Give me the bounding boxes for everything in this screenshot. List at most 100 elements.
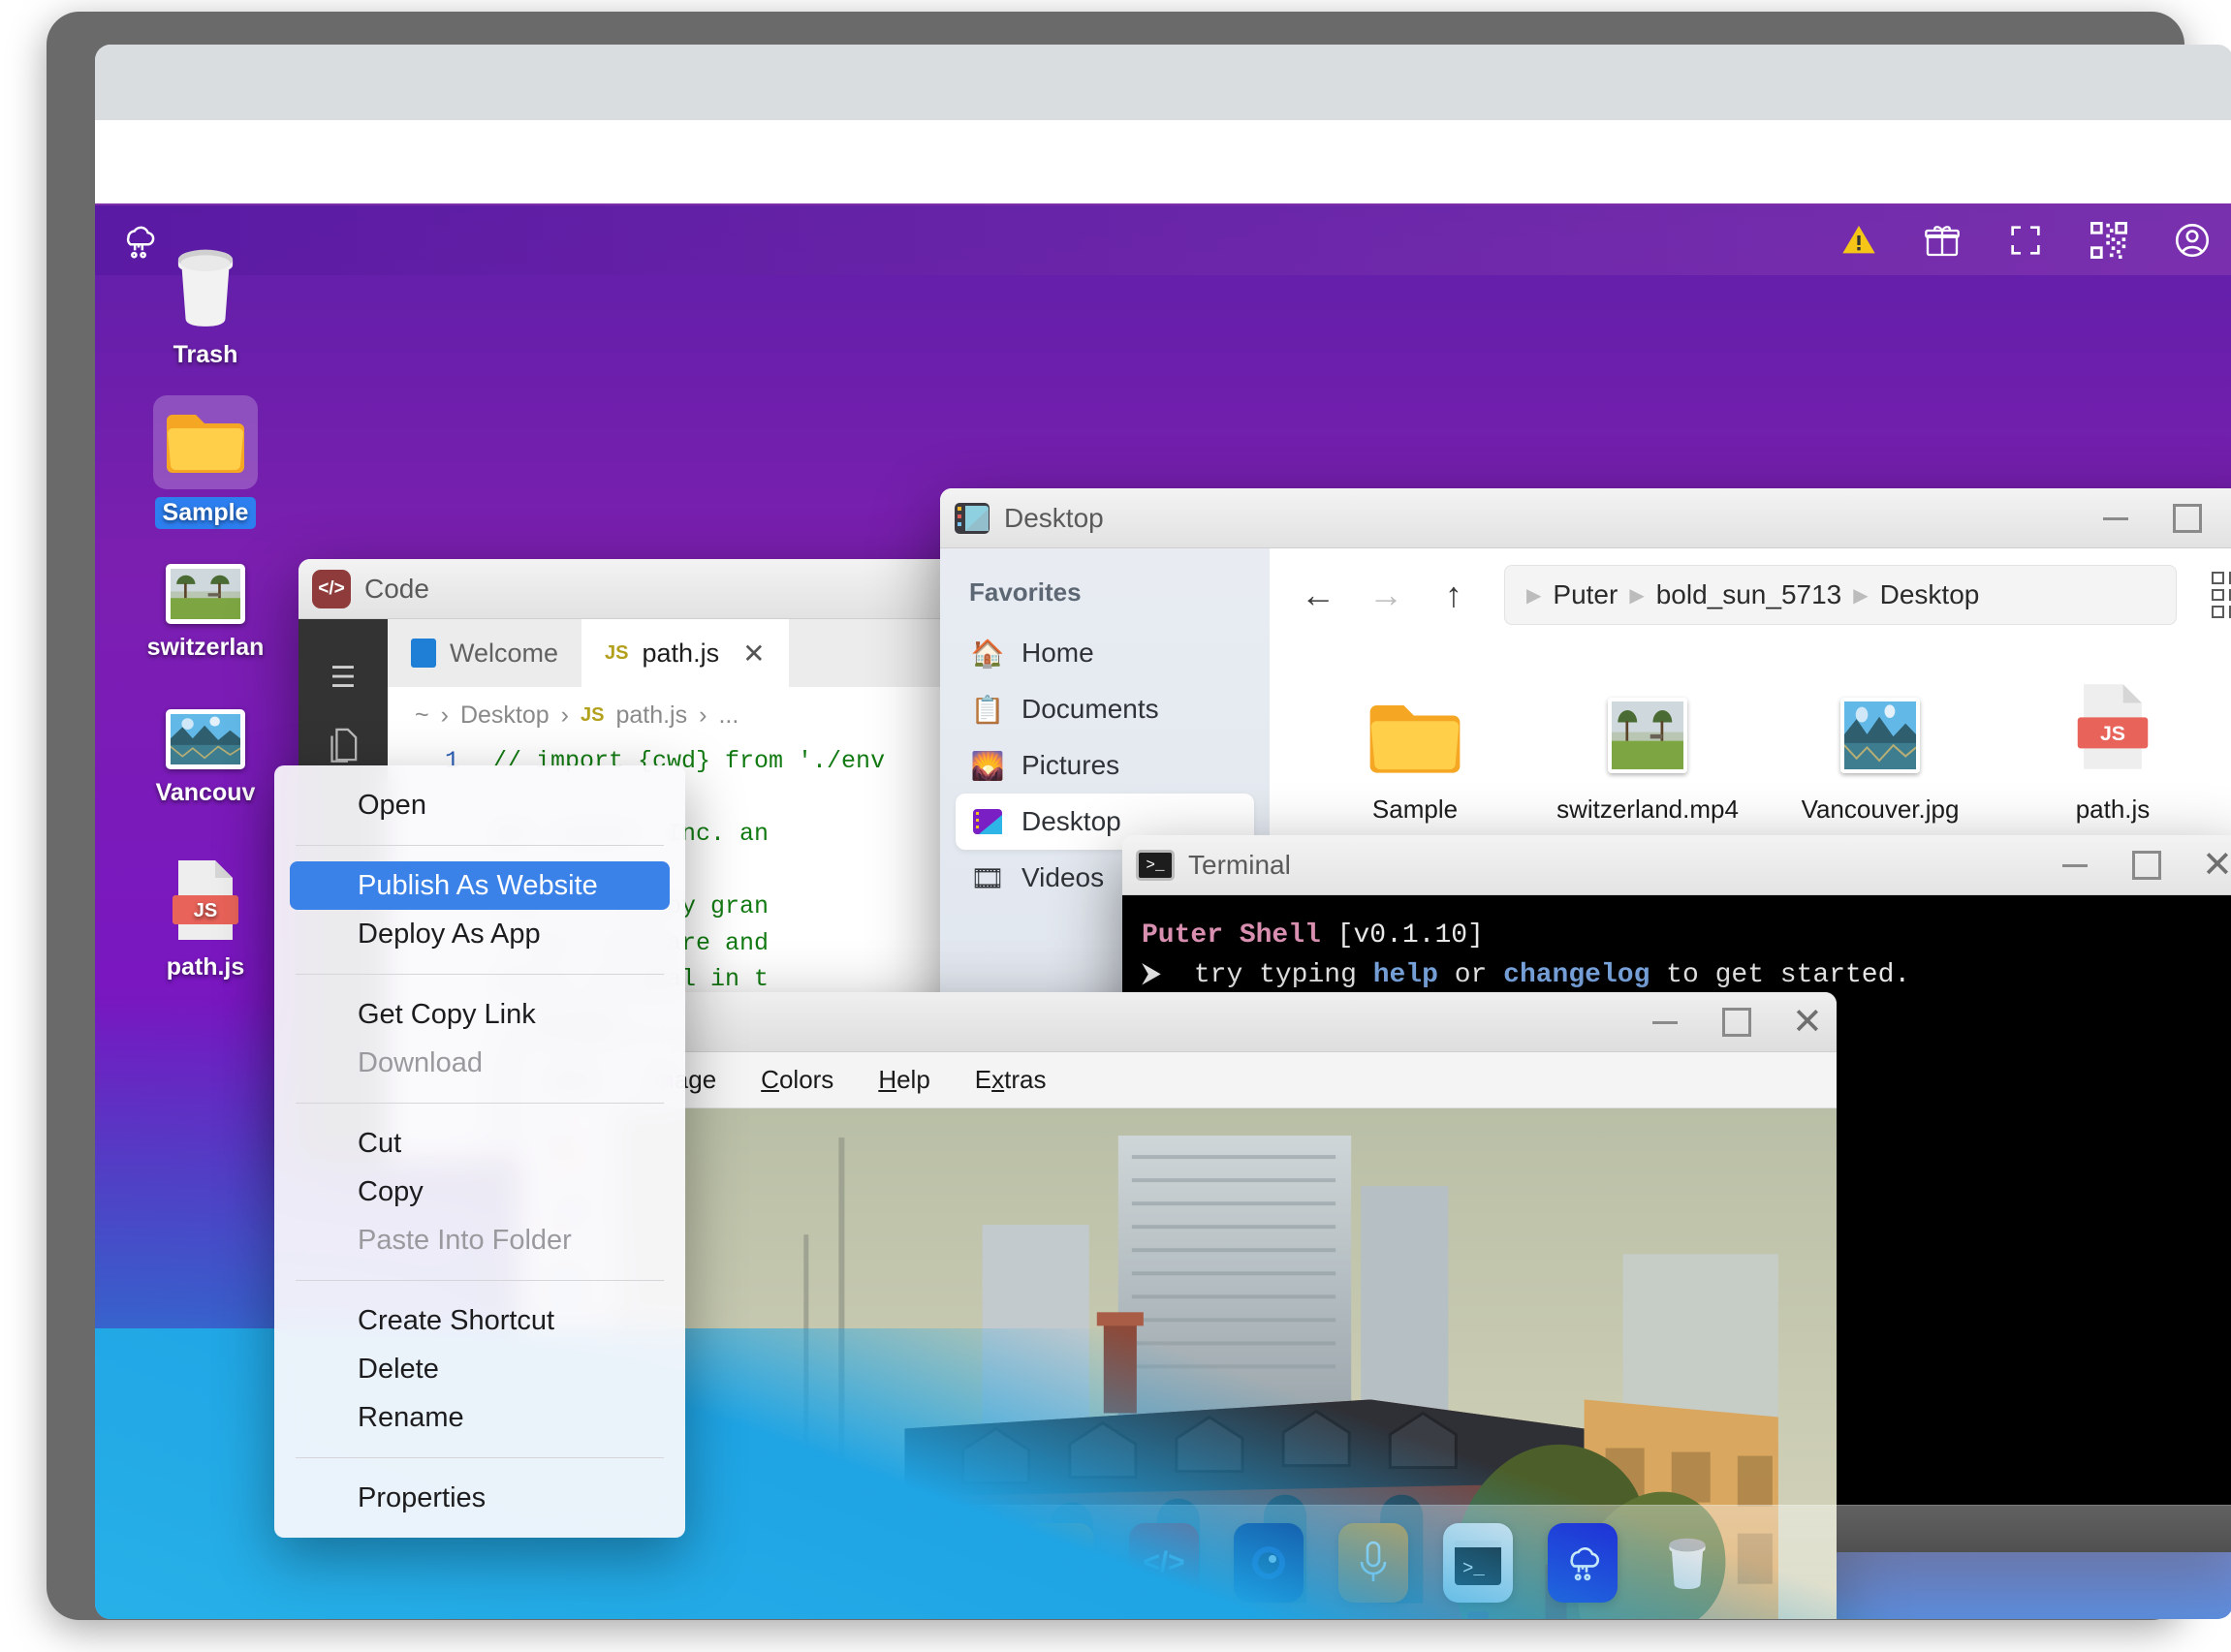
tab-pathjs[interactable]: JS path.js ✕ xyxy=(581,619,789,687)
browser-titlebar xyxy=(95,45,2231,120)
up-arrow-icon[interactable]: ↑ xyxy=(1427,568,1481,622)
file-item-switzerland[interactable]: switzerland.mp4 xyxy=(1531,667,1764,825)
explorer-window-title: Desktop xyxy=(1004,502,1104,533)
menu-item-create-shortcut[interactable]: Create Shortcut xyxy=(290,1296,670,1345)
file-item-vancouver[interactable]: Vancouver.jpg xyxy=(1764,667,1996,825)
hint-text-mid: or xyxy=(1437,959,1504,990)
puter-topbar xyxy=(95,205,2231,275)
sidebar-item-label: Videos xyxy=(1021,862,1105,892)
explorer-breadcrumb[interactable]: ▶ Puter ▶ bold_sun_5713 ▶ Desktop xyxy=(1504,565,2177,625)
menu-item-deploy-as-app[interactable]: Deploy As App xyxy=(290,910,670,958)
minimize-icon[interactable] xyxy=(2062,864,2088,867)
code-window-titlebar[interactable]: </> Code xyxy=(299,559,1016,619)
terminal-window-controls[interactable]: ✕ xyxy=(2062,835,2231,895)
menu-item-open[interactable]: Open xyxy=(290,781,670,829)
menu-item-properties[interactable]: Properties xyxy=(290,1474,670,1522)
maximize-icon[interactable] xyxy=(2132,851,2157,880)
minimize-icon[interactable] xyxy=(2103,517,2128,520)
shell-banner-name: Puter Shell xyxy=(1142,920,1321,951)
maximize-icon[interactable] xyxy=(1722,1008,1747,1037)
dock-puter-ai-app[interactable] xyxy=(1548,1522,1618,1603)
hint-text-post: to get started. xyxy=(1650,959,1911,990)
gift-icon[interactable] xyxy=(1919,217,1965,264)
dock-recorder-app[interactable] xyxy=(1338,1522,1408,1603)
tab-welcome[interactable]: Welcome xyxy=(388,619,581,687)
dock-app-glyph: A xyxy=(833,1537,866,1587)
browser-address-bar: ← → ⟳ https://puter.com xyxy=(95,120,2231,269)
js-file-icon: JS xyxy=(1996,667,2229,773)
explorer-window-controls[interactable]: ✕ xyxy=(2103,488,2231,548)
chevron-right-icon: ▶ xyxy=(1853,584,1869,607)
file-item-pathjs[interactable]: JS path.js xyxy=(1996,667,2229,825)
menu-item-copy[interactable]: Copy xyxy=(290,1168,670,1216)
hamburger-menu-icon[interactable]: ☰ xyxy=(299,642,388,712)
desktop-icon-switzerland[interactable]: switzerlan xyxy=(132,564,279,664)
desktop-icon-sample[interactable]: Sample xyxy=(132,395,279,529)
menu-item-publish-as-website[interactable]: Publish As Website xyxy=(290,861,670,910)
dock-code-app[interactable]: </> xyxy=(1129,1522,1199,1603)
back-arrow-icon[interactable]: ← xyxy=(1291,568,1345,622)
paint-window-controls[interactable]: ✕ xyxy=(1652,992,1823,1052)
explorer-titlebar[interactable]: Desktop ✕ xyxy=(940,488,2231,548)
js-icon: JS xyxy=(605,641,629,664)
breadcrumb-item-puter[interactable]: Puter xyxy=(1553,579,1618,610)
menu-item-download: Download xyxy=(358,1046,483,1078)
dock-paint-app[interactable] xyxy=(1024,1522,1094,1603)
menu-item-delete[interactable]: Delete xyxy=(290,1345,670,1393)
desktop-icon-trash[interactable]: Trash xyxy=(132,242,279,371)
forward-arrow-icon[interactable]: → xyxy=(1359,568,1413,622)
menu-help[interactable]: Help xyxy=(878,1065,929,1095)
breadcrumb-item[interactable]: path.js xyxy=(615,701,687,730)
welcome-page-icon xyxy=(411,639,436,668)
sidebar-item-label: Home xyxy=(1021,638,1094,668)
code-tab-bar[interactable]: Welcome JS path.js ✕ xyxy=(388,619,1016,687)
image-viewer-window[interactable]: ver.jpg ✕ View Image Colors Help Extras … xyxy=(518,992,1837,1619)
breadcrumb-item[interactable]: Desktop xyxy=(460,701,550,730)
fullscreen-icon[interactable] xyxy=(2002,217,2049,264)
maximize-icon[interactable] xyxy=(2173,504,2198,533)
warning-icon[interactable] xyxy=(1836,217,1882,264)
dock-terminal-app[interactable]: >_ xyxy=(1443,1522,1513,1603)
dock-editor-app[interactable]: A xyxy=(815,1522,885,1603)
terminal-prompt-icon: >_ xyxy=(1136,849,1175,881)
sidebar-item-documents[interactable]: 📋 Documents xyxy=(956,681,1254,737)
minimize-icon[interactable] xyxy=(1652,1021,1678,1024)
paint-titlebar[interactable]: ver.jpg ✕ xyxy=(518,992,1837,1052)
dock-blocks-app[interactable] xyxy=(920,1523,990,1603)
chevron-right-icon: ▶ xyxy=(1526,584,1542,607)
paint-menubar[interactable]: View Image Colors Help Extras xyxy=(518,1052,1837,1108)
account-icon[interactable] xyxy=(2169,217,2215,264)
sidebar-item-home[interactable]: 🏠 Home xyxy=(956,625,1254,681)
breadcrumb-item[interactable]: ~ xyxy=(415,701,429,730)
file-name: switzerland.mp4 xyxy=(1556,795,1739,824)
breadcrumb-item[interactable]: ... xyxy=(718,701,738,730)
dock-trash-app[interactable] xyxy=(1652,1523,1722,1603)
menu-separator xyxy=(296,974,664,975)
close-icon[interactable]: ✕ xyxy=(742,638,765,670)
dock-files-app[interactable] xyxy=(710,1522,780,1603)
menu-separator xyxy=(296,845,664,846)
sidebar-item-label: Pictures xyxy=(1021,750,1120,780)
menu-separator xyxy=(296,1457,664,1458)
file-item-sample[interactable]: Sample xyxy=(1299,667,1531,825)
desktop-icon-vancouver[interactable]: Vancouv xyxy=(132,709,279,809)
terminal-titlebar[interactable]: >_ Terminal ✕ xyxy=(1122,835,2231,895)
breadcrumb-item-user[interactable]: bold_sun_5713 xyxy=(1656,579,1842,610)
image-canvas[interactable] xyxy=(613,1108,1837,1619)
qr-code-icon[interactable] xyxy=(2086,217,2132,264)
menu-item-cut[interactable]: Cut xyxy=(290,1119,670,1168)
menu-item-get-copy-link[interactable]: Get Copy Link xyxy=(290,990,670,1039)
desktop-icon-pathjs[interactable]: JS path.js xyxy=(132,857,279,983)
breadcrumb-item-desktop[interactable]: Desktop xyxy=(1880,579,1980,610)
close-icon[interactable]: ✕ xyxy=(2202,847,2231,884)
menu-colors[interactable]: Colors xyxy=(761,1065,833,1095)
close-icon[interactable]: ✕ xyxy=(1792,1004,1823,1041)
dock-camera-app[interactable] xyxy=(1234,1522,1304,1603)
menu-item-rename[interactable]: Rename xyxy=(290,1393,670,1442)
selection-highlight xyxy=(153,395,258,489)
menu-extras[interactable]: Extras xyxy=(975,1065,1047,1095)
context-menu[interactable]: Open Publish As Website Deploy As App Ge… xyxy=(274,765,685,1538)
tab-label: Welcome xyxy=(450,638,559,668)
sidebar-item-pictures[interactable]: 🌄 Pictures xyxy=(956,737,1254,794)
grid-view-icon[interactable] xyxy=(2204,564,2231,626)
